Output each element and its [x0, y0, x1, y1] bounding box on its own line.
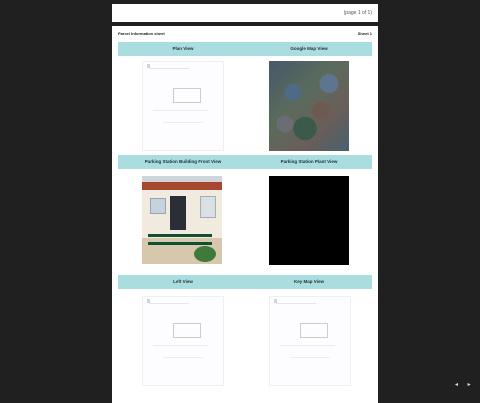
document-page: Parcel Information sheet Sheet 1 Plan Vi…: [112, 26, 378, 403]
section-1-left-caption: Plan View: [172, 46, 194, 51]
google-map-image: [269, 61, 349, 151]
building-front-photo: [142, 176, 222, 264]
previous-page-bottom: (page 1 of 1): [112, 4, 378, 22]
key-map-image: [269, 296, 351, 386]
section-3-caption-band: Left View Key Map View: [118, 275, 372, 289]
left-view-image: [142, 296, 224, 386]
plant-view-image: [269, 176, 349, 265]
page-header-right: Sheet 1: [357, 31, 372, 36]
section-2-left-caption: Parking Station Building Front View: [144, 159, 222, 164]
section-2-caption-band: Parking Station Building Front View Park…: [118, 155, 372, 169]
section-2-right-caption: Parking Station Plant View: [280, 159, 338, 164]
page-corner-text: (page 1 of 1): [343, 10, 372, 16]
section-1-right-caption: Google Map View: [290, 46, 328, 51]
plan-view-image: [142, 61, 224, 151]
section-3-right-caption: Key Map View: [294, 279, 324, 284]
page-header-title: Parcel Information sheet: [118, 31, 165, 36]
section-3-left-caption: Left View: [173, 279, 193, 284]
page-header: Parcel Information sheet Sheet 1: [118, 30, 372, 38]
page-navigation-arrows[interactable]: ◂ ▸: [455, 381, 475, 388]
section-1-caption-band: Plan View Google Map View: [118, 42, 372, 56]
